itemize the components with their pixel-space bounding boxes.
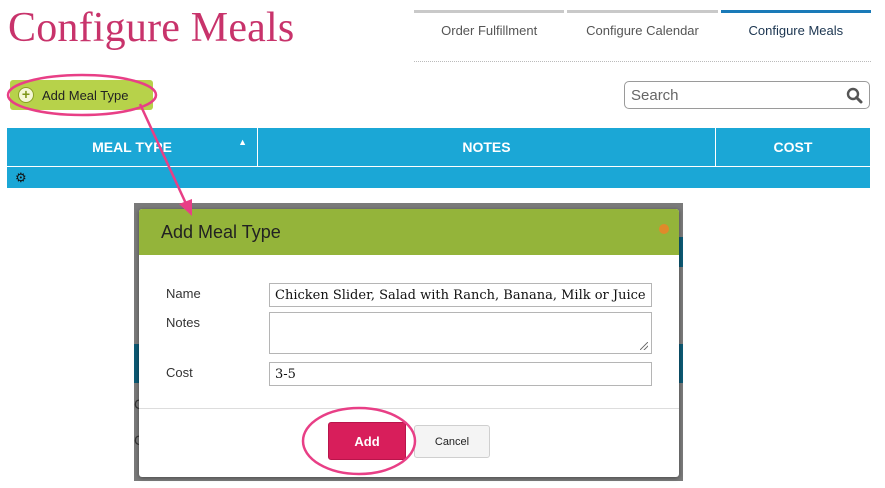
tab-configure-calendar[interactable]: Configure Calendar [567, 10, 718, 42]
column-label: NOTES [462, 139, 511, 155]
resize-grip-icon[interactable] [640, 342, 648, 350]
search-icon[interactable] [846, 87, 863, 104]
plus-icon: + [18, 87, 34, 103]
close-icon[interactable] [659, 224, 669, 234]
cancel-button[interactable]: Cancel [414, 425, 490, 458]
add-meal-type-label: Add Meal Type [42, 87, 129, 103]
tab-bar: Order Fulfillment Configure Calendar Con… [414, 10, 871, 42]
column-label: COST [773, 139, 813, 155]
search-placeholder: Search [631, 86, 679, 104]
add-meal-type-button[interactable]: + Add Meal Type [10, 80, 153, 110]
dialog-title: Add Meal Type [161, 221, 281, 242]
page-title: Configure Meals [8, 5, 295, 51]
tab-order-fulfillment[interactable]: Order Fulfillment [414, 10, 565, 42]
notes-field[interactable] [269, 312, 652, 354]
name-label: Name [166, 286, 201, 301]
column-header-cost[interactable]: COST [715, 128, 870, 166]
add-meal-type-dialog: Add Meal Type Name Notes Cost Add Cancel [139, 209, 679, 477]
cost-label: Cost [166, 365, 193, 380]
notes-label: Notes [166, 315, 200, 330]
column-label: MEAL TYPE [92, 139, 172, 155]
name-field[interactable] [269, 283, 652, 307]
add-button[interactable]: Add [328, 422, 406, 460]
table-row: ⚙ [7, 167, 870, 188]
sort-ascending-icon: ▲ [238, 137, 247, 147]
search-input[interactable]: Search [624, 81, 870, 109]
column-header-notes[interactable]: NOTES [257, 128, 715, 166]
gear-icon[interactable]: ⚙ [15, 170, 27, 186]
dialog-header: Add Meal Type [139, 209, 679, 255]
cost-field[interactable] [269, 362, 652, 386]
tab-configure-meals[interactable]: Configure Meals [720, 10, 871, 42]
divider [414, 61, 871, 62]
table-header: MEAL TYPE ▲ NOTES COST [7, 128, 870, 166]
dialog-divider [139, 408, 679, 409]
column-header-meal-type[interactable]: MEAL TYPE ▲ [7, 128, 257, 166]
